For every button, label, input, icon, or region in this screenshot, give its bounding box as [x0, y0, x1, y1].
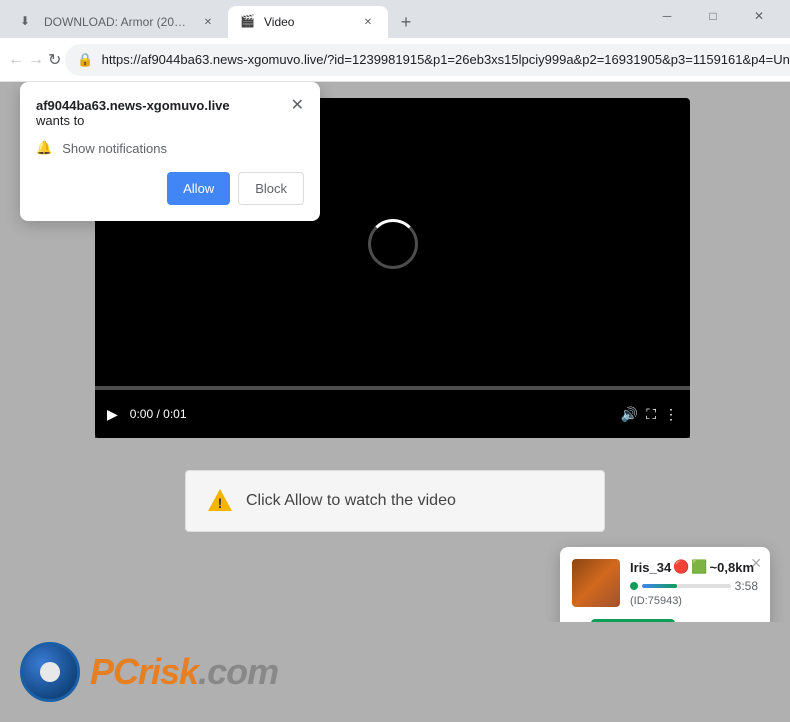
popup-site-name: af9044ba63.news-xgomuvo.live — [36, 98, 230, 113]
tab-bar: ⬇ DOWNLOAD: Armor (2024) Mc... ✕ 🎬 Video… — [0, 0, 790, 38]
tab-favicon-video: 🎬 — [240, 14, 256, 30]
lock-icon: 🔒 — [77, 52, 93, 68]
window-controls: ─ □ ✕ — [644, 0, 782, 38]
close-button[interactable]: ✕ — [736, 0, 782, 32]
chat-content: Iris_34 🔴 🟩 ~0,8km 3:58 (ID:75943) — [572, 559, 758, 607]
tab-title-download: DOWNLOAD: Armor (2024) Mc... — [44, 15, 192, 29]
back-icon: ← — [8, 51, 24, 69]
chat-info: Iris_34 🔴 🟩 ~0,8km 3:58 (ID:75943) — [630, 559, 758, 607]
pcrisk-text-logo: PCrisk.com — [90, 651, 278, 693]
reload-icon: ↻ — [48, 50, 61, 70]
navigation-bar: ← → ↻ 🔒 https://af9044ba63.news-xgomuvo.… — [0, 38, 790, 82]
minimize-button[interactable]: ─ — [644, 0, 690, 32]
page-content: af9044ba63.news-xgomuvo.live wants to ✕ … — [0, 82, 790, 722]
warning-text: Click Allow to watch the video — [246, 492, 456, 510]
chat-time: 3:58 — [735, 579, 758, 593]
online-status-dot — [630, 582, 638, 590]
popup-buttons: Allow Block — [36, 172, 304, 205]
chat-id: (ID:75943) — [630, 595, 758, 607]
progress-bar[interactable] — [95, 386, 690, 390]
chat-progress-fill — [642, 584, 677, 588]
reload-button[interactable]: ↻ — [48, 44, 61, 76]
video-controls: ▶ 0:00 / 0:01 🔊 ⛶ ⋮ — [95, 390, 690, 438]
block-button[interactable]: Block — [238, 172, 304, 205]
play-button[interactable]: ▶ — [107, 406, 118, 423]
chat-avatar — [572, 559, 620, 607]
tab-close-video[interactable]: ✕ — [360, 14, 376, 30]
permission-label: Show notifications — [62, 141, 167, 156]
loading-spinner — [368, 219, 418, 269]
chat-close-button[interactable]: ✕ — [750, 555, 762, 572]
forward-button[interactable]: → — [28, 44, 44, 76]
pcrisk-area: PCrisk.com — [0, 622, 790, 722]
allow-button[interactable]: Allow — [167, 172, 230, 205]
fullscreen-button[interactable]: ⛶ — [646, 406, 656, 423]
new-tab-button[interactable]: + — [392, 8, 420, 36]
tab-title-video: Video — [264, 15, 352, 29]
svg-text:!: ! — [218, 495, 223, 511]
popup-header: af9044ba63.news-xgomuvo.live wants to ✕ — [36, 98, 304, 128]
chat-progress-bar — [642, 584, 731, 588]
browser-window: ⬇ DOWNLOAD: Armor (2024) Mc... ✕ 🎬 Video… — [0, 0, 790, 722]
pcrisk-inner — [40, 662, 60, 682]
popup-close-button[interactable]: ✕ — [291, 98, 304, 114]
warning-icon: ! — [206, 487, 234, 515]
popup-permission-row: 🔔 Show notifications — [36, 140, 304, 156]
volume-button[interactable]: 🔊 — [621, 406, 638, 423]
forward-icon: → — [28, 51, 44, 69]
chat-name: Iris_34 🔴 🟩 ~0,8km — [630, 559, 758, 575]
back-button[interactable]: ← — [8, 44, 24, 76]
address-bar[interactable]: 🔒 https://af9044ba63.news-xgomuvo.live/?… — [65, 44, 790, 76]
chat-status-row: 3:58 — [630, 579, 758, 593]
time-display: 0:00 / 0:01 — [130, 407, 187, 421]
tab-favicon-download: ⬇ — [20, 14, 36, 30]
notification-popup: af9044ba63.news-xgomuvo.live wants to ✕ … — [20, 82, 320, 221]
pcrisk-ball-logo — [20, 642, 80, 702]
more-options-button[interactable]: ⋮ — [664, 406, 678, 423]
popup-wants-label: wants to — [36, 113, 230, 128]
warning-banner: ! Click Allow to watch the video — [185, 470, 605, 532]
chat-avatar-image — [572, 559, 620, 607]
tab-close-download[interactable]: ✕ — [200, 14, 216, 30]
tab-download[interactable]: ⬇ DOWNLOAD: Armor (2024) Mc... ✕ — [8, 6, 228, 38]
tab-video[interactable]: 🎬 Video ✕ — [228, 6, 388, 38]
bell-icon: 🔔 — [36, 140, 52, 156]
address-text: https://af9044ba63.news-xgomuvo.live/?id… — [102, 52, 790, 67]
maximize-button[interactable]: □ — [690, 0, 736, 32]
popup-site-info: af9044ba63.news-xgomuvo.live wants to — [36, 98, 230, 128]
